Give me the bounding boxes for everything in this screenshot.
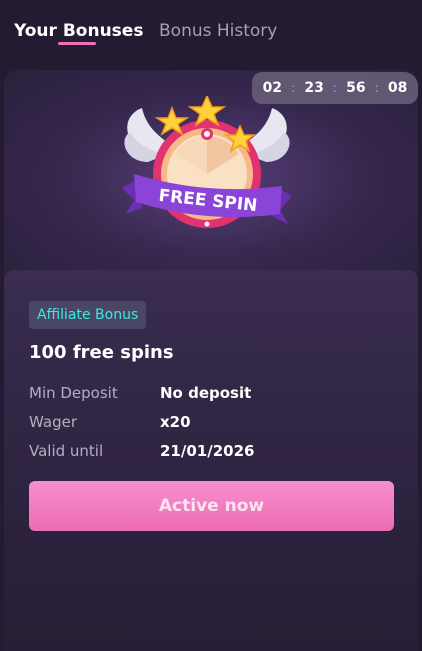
countdown-separator: : (374, 81, 379, 95)
detail-value: 21/01/2026 (160, 442, 255, 460)
active-tab-indicator (58, 42, 96, 45)
bonus-title: 100 free spins (29, 342, 174, 363)
free-spin-wheel-icon: FREE SPIN (122, 96, 292, 228)
detail-label: Min Deposit (29, 384, 118, 402)
bonus-type-badge: Affiliate Bonus (29, 301, 147, 329)
countdown-separator: : (291, 81, 296, 95)
tab-your-bonuses[interactable]: Your Bonuses (14, 20, 143, 42)
detail-label: Valid until (29, 442, 104, 460)
tab-bonus-history[interactable]: Bonus History (159, 20, 277, 42)
active-now-button[interactable]: Active now (29, 481, 394, 531)
bonus-hero: 02 : 23 : 56 : 08 FREE SPIN (4, 70, 418, 270)
countdown-segment-4: 08 (387, 80, 408, 96)
countdown-segment-2: 23 (304, 80, 324, 96)
countdown-segment-3: 56 (346, 80, 366, 96)
bonus-card: 02 : 23 : 56 : 08 FREE SPIN Affiliate Bo… (4, 70, 418, 651)
bonus-tabs: Your Bonuses Bonus History (0, 0, 422, 60)
countdown-segment-1: 02 (262, 80, 283, 96)
countdown-separator: : (332, 81, 337, 95)
detail-value: x20 (160, 413, 191, 431)
bonus-details: Affiliate Bonus 100 free spins Min Depos… (4, 270, 418, 651)
detail-value: No deposit (160, 384, 252, 402)
detail-label: Wager (29, 413, 77, 431)
